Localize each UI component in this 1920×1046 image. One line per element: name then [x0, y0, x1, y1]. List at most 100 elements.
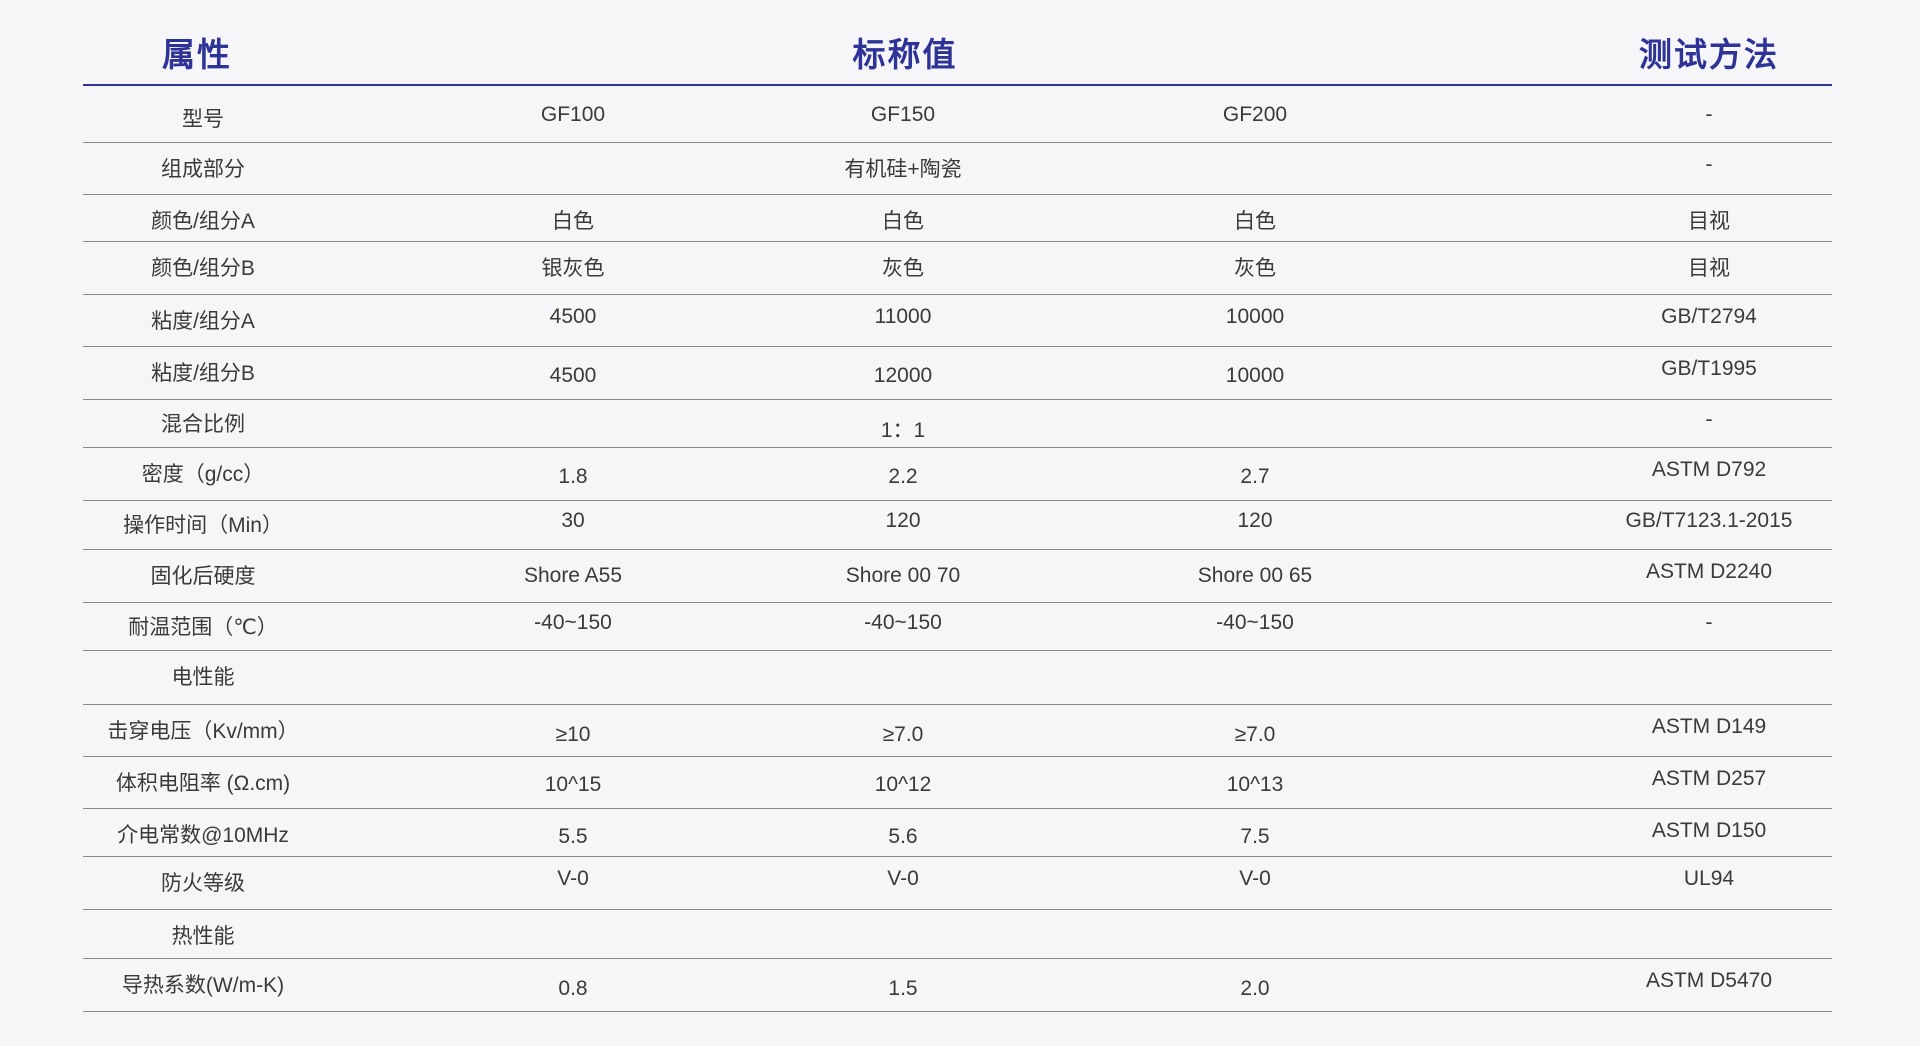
cell-test-method: -: [1705, 611, 1713, 634]
table-row: 介电常数@10MHz 5.5 5.6 7.5 ASTM D150: [83, 809, 1832, 857]
cell-gf200: 10000: [1225, 364, 1285, 387]
cell-gf100: 5.5: [558, 825, 588, 848]
cell-test-method: -: [1705, 153, 1713, 176]
cell-property: 密度（g/cc）: [141, 463, 265, 486]
table-row: 颜色/组分B 银灰色 灰色 灰色 目视: [83, 242, 1832, 295]
cell-gf100: 10^15: [544, 773, 602, 796]
table-row: 型号 GF100 GF150 GF200 -: [83, 86, 1832, 143]
cell-property: 导热系数(W/m-K): [121, 974, 285, 997]
cell-gf100: Shore A55: [523, 564, 623, 587]
cell-gf150: 2.2: [888, 465, 918, 488]
cell-test-method: -: [1705, 408, 1713, 431]
cell-gf100: 白色: [552, 210, 594, 233]
cell-test-method: ASTM D792: [1651, 458, 1767, 481]
table-row: 颜色/组分A 白色 白色 白色 目视: [83, 195, 1832, 242]
spec-table: 属性 标称值 测试方法 型号 GF100 GF150 GF200 - 组成部分 有机硅+陶瓷…: [83, 0, 1832, 1012]
cell-gf200: 10000: [1225, 305, 1285, 328]
cell-gf150: 1：1: [880, 419, 926, 442]
header-property: 属性: [162, 36, 232, 73]
cell-gf200: 2.7: [1240, 465, 1270, 488]
cell-test-method: UL94: [1683, 867, 1735, 890]
table-row: 耐温范围（℃） -40~150 -40~150 -40~150 -: [83, 603, 1832, 651]
cell-property: 粘度/组分A: [151, 310, 255, 333]
cell-gf150: 有机硅+陶瓷: [844, 158, 962, 181]
cell-gf150: ≥7.0: [882, 723, 924, 746]
cell-property: 混合比例: [161, 413, 245, 436]
table-row: 固化后硬度 Shore A55 Shore 00 70 Shore 00 65 ASTM…: [83, 550, 1832, 603]
table-row: 击穿电压（Kv/mm） ≥10 ≥7.0 ≥7.0 ASTM D149: [83, 705, 1832, 757]
table-row: 粘度/组分A 4500 11000 10000 GB/T2794: [83, 295, 1832, 347]
cell-gf200: 2.0: [1240, 977, 1270, 1000]
cell-gf150: 5.6: [888, 825, 918, 848]
table-row: 粘度/组分B 4500 12000 10000 GB/T1995: [83, 347, 1832, 400]
cell-property: 介电常数@10MHz: [117, 824, 289, 847]
header-test-method: 测试方法: [1639, 36, 1779, 73]
table-body: 型号 GF100 GF150 GF200 - 组成部分 有机硅+陶瓷 - 颜色/组分A 白色 白色 白…: [83, 86, 1832, 1012]
cell-gf200: 白色: [1234, 210, 1276, 233]
cell-property: 防火等级: [161, 872, 245, 895]
cell-gf150: Shore 00 70: [845, 564, 961, 587]
cell-gf150: GF150: [870, 103, 936, 126]
cell-gf200: ≥7.0: [1234, 723, 1276, 746]
cell-property: 热性能: [171, 925, 235, 948]
table-row: 密度（g/cc） 1.8 2.2 2.7 ASTM D792: [83, 448, 1832, 501]
cell-test-method: ASTM D5470: [1645, 969, 1773, 992]
cell-gf150: 1.5: [888, 977, 918, 1000]
cell-test-method: ASTM D2240: [1645, 560, 1773, 583]
cell-property: 操作时间（Min）: [123, 514, 283, 537]
cell-gf150: 灰色: [882, 257, 924, 280]
cell-test-method: GB/T2794: [1661, 305, 1757, 328]
table-row: 操作时间（Min） 30 120 120 GB/T7123.1-2015: [83, 501, 1832, 550]
cell-gf100: V-0: [557, 867, 589, 890]
cell-gf100: 30: [561, 509, 585, 532]
table-row: 混合比例 1：1 -: [83, 400, 1832, 448]
cell-gf200: 7.5: [1240, 825, 1270, 848]
cell-property: 电性能: [171, 666, 235, 689]
cell-gf100: -40~150: [534, 611, 612, 634]
header-nominal-value: 标称值: [852, 36, 958, 73]
cell-property: 组成部分: [161, 158, 245, 181]
cell-gf200: -40~150: [1216, 611, 1294, 634]
cell-gf200: GF200: [1222, 103, 1288, 126]
cell-gf100: 4500: [549, 364, 597, 387]
cell-gf100: 0.8: [558, 977, 588, 1000]
cell-gf150: 120: [885, 509, 921, 532]
cell-property: 耐温范围（℃）: [128, 616, 278, 639]
cell-gf150: -40~150: [864, 611, 942, 634]
cell-test-method: -: [1705, 103, 1713, 126]
cell-gf100: GF100: [540, 103, 606, 126]
cell-gf150: 11000: [874, 305, 932, 328]
cell-gf100: 银灰色: [541, 257, 605, 280]
table-row: 电性能: [83, 651, 1832, 705]
cell-property: 体积电阻率 (Ω.cm): [115, 772, 291, 795]
cell-property: 颜色/组分B: [151, 257, 255, 280]
cell-gf200: 120: [1237, 509, 1273, 532]
cell-property: 型号: [182, 108, 224, 131]
cell-gf150: V-0: [887, 867, 919, 890]
cell-property: 击穿电压（Kv/mm）: [107, 720, 299, 743]
cell-test-method: 目视: [1688, 257, 1730, 280]
cell-gf100: 1.8: [558, 465, 588, 488]
cell-property: 粘度/组分B: [151, 362, 255, 385]
table-row: 体积电阻率 (Ω.cm) 10^15 10^12 10^13 ASTM D257: [83, 757, 1832, 809]
cell-gf100: ≥10: [555, 723, 591, 746]
table-row: 防火等级 V-0 V-0 V-0 UL94: [83, 857, 1832, 910]
cell-gf200: 10^13: [1226, 773, 1284, 796]
cell-test-method: GB/T1995: [1661, 357, 1757, 380]
cell-property: 颜色/组分A: [151, 210, 255, 233]
cell-gf200: 灰色: [1234, 257, 1276, 280]
cell-test-method: ASTM D150: [1651, 819, 1767, 842]
cell-gf200: Shore 00 65: [1197, 564, 1313, 587]
table-row: 导热系数(W/m-K) 0.8 1.5 2.0 ASTM D5470: [83, 959, 1832, 1012]
table-header: 属性 标称值 测试方法: [83, 0, 1832, 86]
cell-test-method: GB/T7123.1-2015: [1625, 509, 1793, 532]
cell-gf150: 10^12: [874, 773, 932, 796]
cell-gf100: 4500: [549, 305, 597, 328]
table-row: 组成部分 有机硅+陶瓷 -: [83, 143, 1832, 195]
cell-test-method: ASTM D149: [1651, 715, 1767, 738]
cell-property: 固化后硬度: [150, 565, 256, 588]
cell-test-method: ASTM D257: [1651, 767, 1767, 790]
cell-gf200: V-0: [1239, 867, 1271, 890]
cell-gf150: 12000: [873, 364, 933, 387]
cell-gf150: 白色: [882, 210, 924, 233]
